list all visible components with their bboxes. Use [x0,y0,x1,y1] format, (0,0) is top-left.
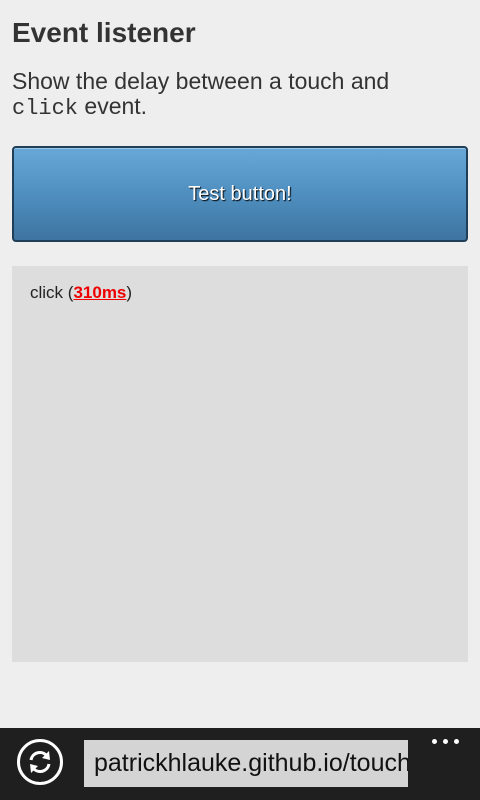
address-bar[interactable]: patrickhlauke.github.io/touch/tests/even… [84,740,408,787]
refresh-icon [29,751,51,773]
page-description: Show the delay between a touch and click … [12,68,468,122]
log-close-paren: ) [126,283,133,302]
browser-app-bar: patrickhlauke.github.io/touch/tests/even… [0,728,480,800]
more-icon [432,739,437,744]
log-open-paren: ( [63,283,74,302]
log-delay-value: 310ms [73,283,127,302]
refresh-button[interactable] [17,739,63,785]
log-entry: click (310ms) [30,283,450,303]
page-title: Event listener [12,17,196,48]
description-text-end: event. [78,93,148,119]
log-event-name: click [30,283,64,302]
more-options-button[interactable] [428,736,460,748]
page: Event listener Show the delay between a … [0,0,480,800]
more-icon [454,739,459,744]
description-code: click [12,96,79,121]
test-button[interactable]: Test button! [12,146,468,242]
more-icon [443,739,448,744]
event-log: click (310ms) [12,266,468,662]
description-text: Show the delay between a touch and [12,68,390,94]
